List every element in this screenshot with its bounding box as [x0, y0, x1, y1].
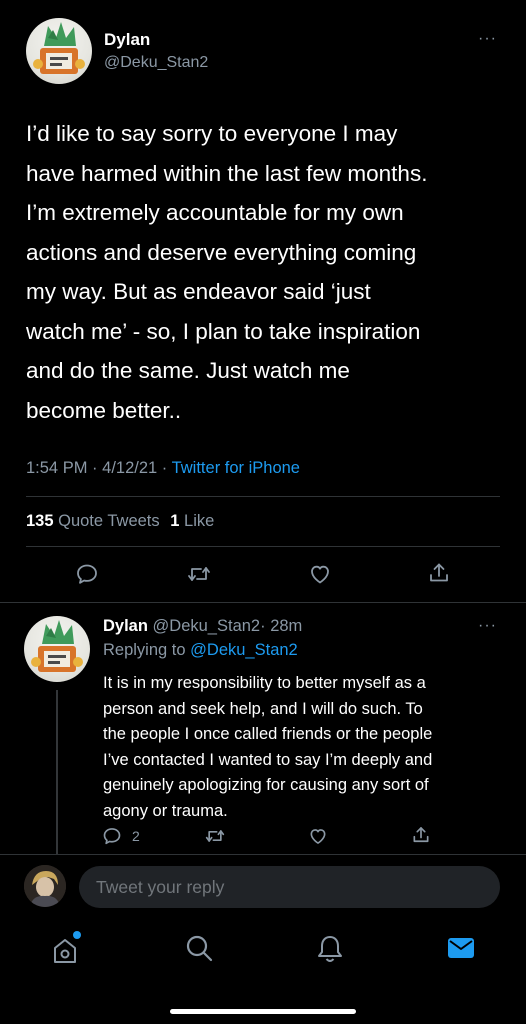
share-icon[interactable]	[427, 561, 451, 585]
replying-to-handle[interactable]: @Deku_Stan2	[190, 641, 298, 659]
reply-header: Dylan @Deku_Stan2· 28m	[103, 617, 302, 636]
reply-reply-icon[interactable]	[102, 826, 122, 846]
reply-input[interactable]: Tweet your reply	[79, 866, 500, 908]
tweet-text-line: I’d like to say sorry to everyone I may	[26, 121, 398, 146]
reply-text: It is in my responsibility to better mys…	[103, 671, 518, 825]
reply-text-line: I’ve contacted I wanted to say I’m deepl…	[103, 750, 433, 769]
tweet-text-line: my way. But as endeavor said ‘just	[26, 279, 371, 304]
search-icon[interactable]	[184, 933, 214, 963]
more-options-icon[interactable]: ···	[478, 30, 497, 48]
reply-share-icon[interactable]	[411, 825, 431, 845]
tweet-text-line: and do the same. Just watch me	[26, 358, 350, 383]
reply-more-options-icon[interactable]: ···	[478, 617, 497, 635]
quote-tweets-label: Quote Tweets	[58, 512, 160, 530]
reply-author-avatar[interactable]	[24, 616, 90, 682]
reply-time: · 28m	[260, 617, 303, 635]
home-indicator	[170, 1009, 356, 1014]
tweet-text-line: have harmed within the last few months.	[26, 160, 428, 186]
tweet-text-line: actions and deserve everything coming	[26, 239, 417, 265]
reply-text-line: genuinely apologizing for causing any so…	[103, 776, 429, 795]
messages-icon[interactable]	[447, 936, 475, 960]
replying-to-label: Replying to	[103, 641, 186, 659]
home-notification-dot	[73, 931, 81, 939]
tweet-source-link[interactable]: Twitter for iPhone	[172, 459, 300, 477]
tweet-date: 4/12/21	[102, 459, 158, 477]
quote-tweets-stat[interactable]: 135 Quote Tweets	[26, 512, 164, 530]
reply-text-line: It is in my responsibility to better mys…	[103, 674, 426, 692]
tweet-time: 1:54 PM	[26, 459, 88, 477]
quote-tweets-count: 135	[26, 512, 54, 530]
reply-input-placeholder: Tweet your reply	[96, 877, 225, 897]
tweet-text: I’d like to say sorry to everyone I may …	[26, 114, 516, 430]
reply-text-line: person and seek help, and I will do such…	[103, 699, 423, 718]
likes-label: Like	[184, 512, 215, 530]
like-icon[interactable]	[308, 562, 332, 586]
reply-retweet-icon[interactable]	[204, 826, 226, 846]
divider	[26, 546, 500, 547]
reply-like-icon[interactable]	[308, 826, 328, 846]
tweet-text-line: watch me’ - so, I plan to take inspirati…	[26, 318, 421, 344]
home-icon[interactable]	[51, 935, 79, 965]
likes-count: 1	[170, 512, 180, 530]
tweet-meta: 1:54 PM · 4/12/21 · Twitter for iPhone	[26, 459, 300, 478]
author-avatar[interactable]	[26, 18, 92, 84]
divider	[0, 602, 526, 603]
meta-separator: ·	[161, 459, 168, 477]
author-name[interactable]: Dylan	[104, 30, 150, 50]
tweet-stats: 135 Quote Tweets 1 Like	[26, 512, 214, 531]
tweet-text-line: I’m extremely accountable for my own	[26, 200, 404, 225]
tweet-text-line: become better..	[26, 397, 182, 423]
reply-text-line: the people I once called friends or the …	[103, 725, 433, 744]
reply-count: 2	[132, 828, 140, 844]
notifications-icon[interactable]	[316, 933, 344, 963]
thread-line	[56, 690, 58, 854]
user-avatar[interactable]	[24, 865, 66, 907]
reply-icon[interactable]	[75, 562, 99, 586]
reply-text-line: agony or trauma.	[103, 801, 228, 820]
reply-author-name[interactable]: Dylan	[103, 617, 148, 635]
author-handle[interactable]: @Deku_Stan2	[104, 54, 208, 72]
retweet-icon[interactable]	[186, 562, 212, 586]
meta-separator: ·	[92, 459, 98, 477]
divider	[26, 496, 500, 497]
reply-author-handle[interactable]: @Deku_Stan2	[153, 617, 261, 635]
replying-to: Replying to @Deku_Stan2	[103, 641, 298, 660]
likes-stat[interactable]: 1 Like	[170, 512, 214, 530]
